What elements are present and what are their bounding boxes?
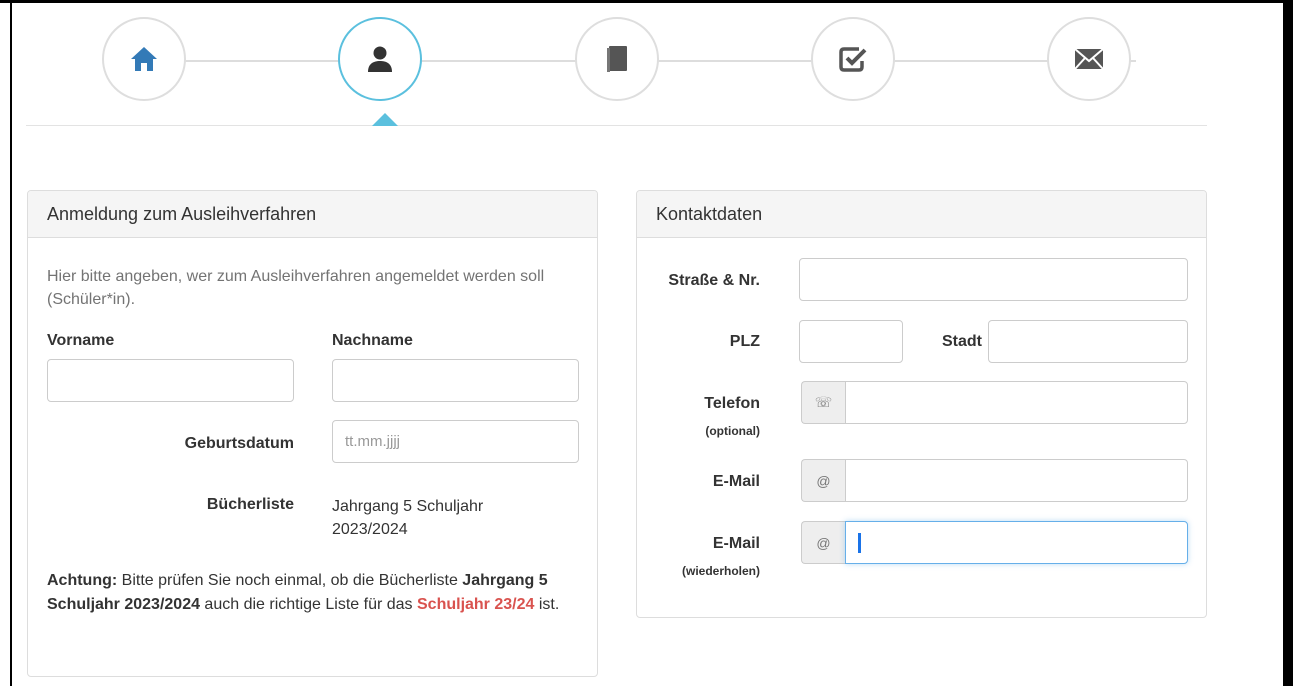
firstname-label: Vorname	[47, 332, 115, 349]
wizard-step-mail[interactable]	[1047, 17, 1131, 101]
warning-text-1: Bitte prüfen Sie noch einmal, ob die Büc…	[117, 572, 463, 589]
lastname-label: Nachname	[332, 332, 413, 349]
email-repeat-label: E-Mail	[712, 535, 760, 552]
wizard-step-user[interactable]	[338, 17, 422, 101]
lastname-input[interactable]	[332, 359, 579, 402]
wizard-steps	[26, 0, 1207, 128]
registration-help-text: Hier bitte angeben, wer zum Ausleihverfa…	[47, 268, 545, 308]
warning-suffix: ist.	[534, 596, 560, 613]
birthdate-label: Geburtsdatum	[184, 435, 294, 452]
contact-panel-heading: Kontaktdaten	[637, 191, 1206, 238]
active-step-indicator	[372, 113, 398, 126]
contact-panel: Kontaktdaten Straße & Nr. PLZ Stadt Tele…	[636, 190, 1207, 618]
email-repeat-input[interactable]	[845, 521, 1188, 564]
phone-input[interactable]	[845, 381, 1188, 424]
email-input[interactable]	[845, 459, 1188, 502]
window-frame-right	[1283, 0, 1293, 686]
city-input[interactable]	[988, 320, 1188, 363]
wizard-divider	[26, 125, 1207, 126]
phone-hint: (optional)	[705, 424, 760, 438]
wizard-step-home[interactable]	[102, 17, 186, 101]
firstname-input[interactable]	[47, 359, 294, 402]
envelope-icon	[1074, 48, 1104, 70]
phone-icon: ☏	[801, 381, 845, 424]
book-icon	[606, 45, 628, 73]
zip-label: PLZ	[729, 333, 760, 350]
phone-label: Telefon	[704, 395, 760, 412]
registration-panel: Anmeldung zum Ausleihverfahren Hier bitt…	[27, 190, 598, 677]
warning-school-year: Schuljahr 23/24	[417, 596, 535, 613]
at-sign-icon: @	[801, 459, 845, 502]
booklist-value: Jahrgang 5 Schuljahr 2023/2024	[332, 498, 484, 538]
zip-input[interactable]	[799, 320, 903, 363]
booklist-label: Bücherliste	[206, 496, 294, 513]
street-label: Straße & Nr.	[668, 272, 760, 289]
email-label: E-Mail	[712, 473, 760, 490]
email-repeat-hint: (wiederholen)	[681, 564, 760, 578]
street-input[interactable]	[799, 258, 1188, 301]
wizard-step-check[interactable]	[811, 17, 895, 101]
wizard-step-books[interactable]	[575, 17, 659, 101]
booklist-warning: Achtung: Bitte prüfen Sie noch einmal, o…	[47, 569, 582, 617]
city-label: Stadt	[942, 333, 982, 350]
checkbox-icon	[839, 46, 867, 72]
home-icon	[130, 46, 158, 72]
text-caret	[858, 532, 861, 553]
birthdate-input[interactable]: tt.mm.jjjj	[332, 420, 579, 463]
at-sign-icon: @	[801, 521, 845, 564]
window-frame-left	[10, 0, 12, 686]
user-icon	[366, 45, 394, 73]
registration-panel-heading: Anmeldung zum Ausleihverfahren	[28, 191, 597, 238]
warning-prefix: Achtung:	[47, 572, 118, 589]
warning-text-2: auch die richtige Liste für das	[199, 596, 417, 613]
